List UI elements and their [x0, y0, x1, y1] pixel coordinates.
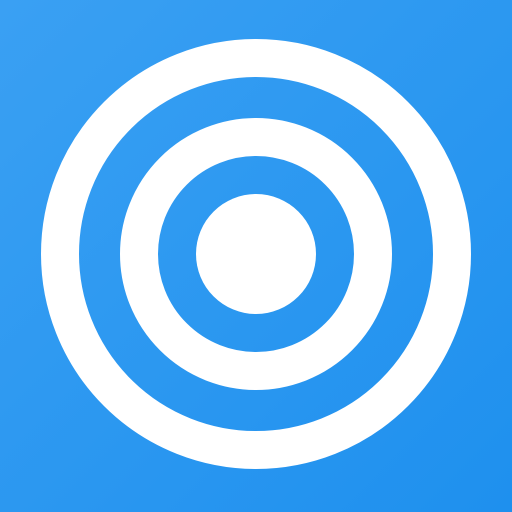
center-dot [196, 194, 316, 314]
concentric-rings-icon [0, 0, 512, 512]
app-icon [0, 0, 512, 512]
